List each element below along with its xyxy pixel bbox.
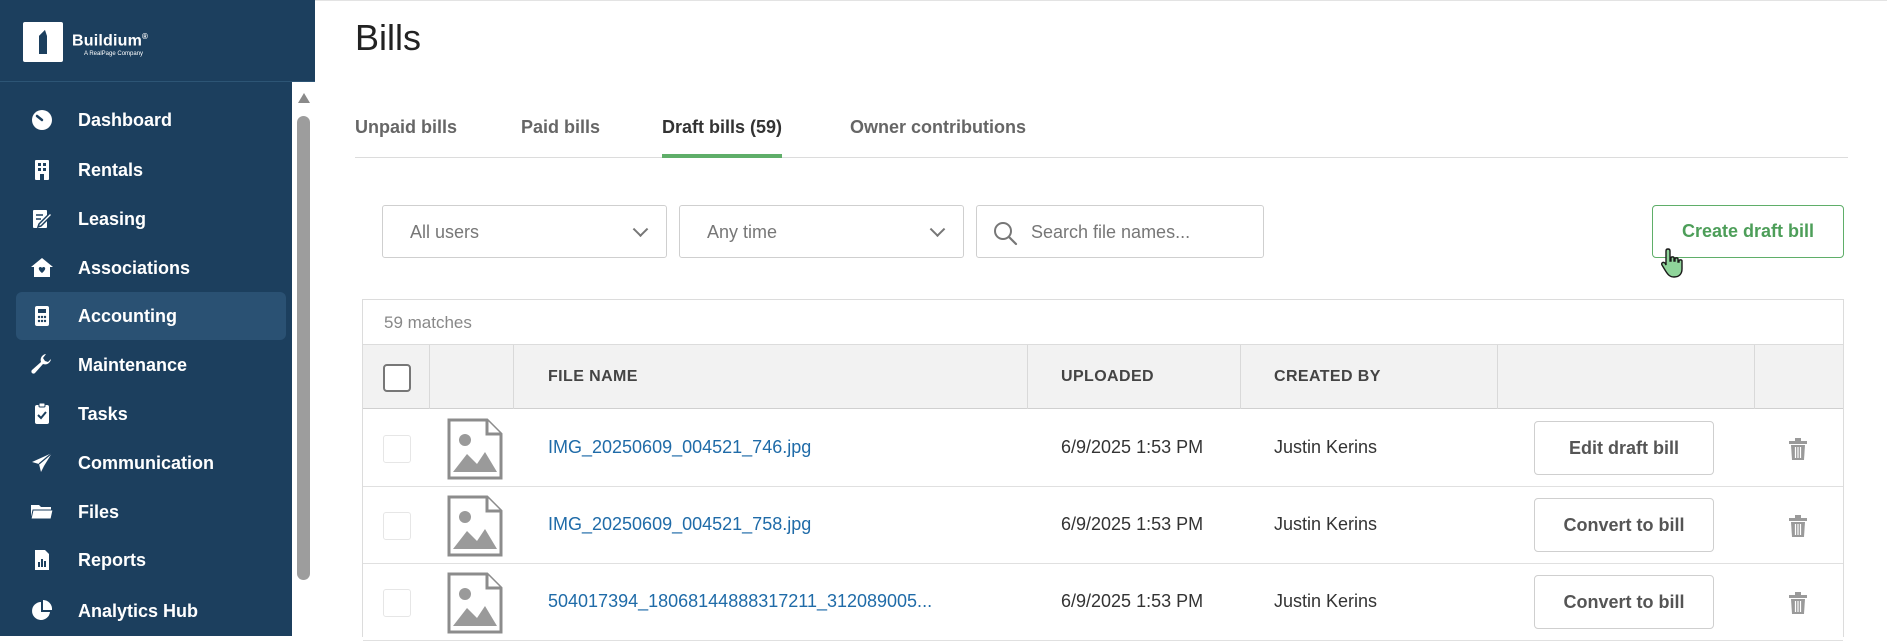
wrench-icon — [30, 353, 54, 377]
building-icon — [30, 158, 54, 182]
sidebar-item-label: Reports — [78, 550, 147, 570]
image-file-thumbnail-icon — [447, 572, 503, 634]
page-title: Bills — [355, 17, 422, 58]
sidebar-item-files[interactable]: Files — [16, 488, 286, 536]
report-chart-icon — [30, 548, 54, 572]
created-by: Justin Kerins — [1274, 514, 1378, 534]
sidebar: Buildium® A RealPage Company Dashboard R… — [0, 0, 315, 636]
sidebar-item-label: Dashboard — [78, 110, 173, 130]
hand-pointer-cursor-icon — [1661, 248, 1683, 278]
image-file-thumbnail-icon — [447, 495, 503, 557]
sidebar-item-rentals[interactable]: Rentals — [16, 146, 286, 194]
time-filter-value: Any time — [707, 222, 778, 242]
table-header: FILE NAME UPLOADED CREATED BY — [363, 344, 1843, 409]
sidebar-item-label: Maintenance — [78, 355, 188, 375]
sidebar-item-tasks[interactable]: Tasks — [16, 390, 286, 438]
column-header-created-by[interactable]: CREATED BY — [1274, 368, 1381, 386]
sidebar-item-label: Associations — [78, 258, 191, 278]
buildium-logo-icon — [23, 22, 63, 62]
brand-tagline: A RealPage Company — [84, 51, 144, 57]
tab-paid-bills[interactable]: Paid bills — [521, 117, 600, 157]
trash-icon[interactable] — [1788, 515, 1808, 537]
clipboard-check-icon — [30, 402, 54, 426]
dashboard-gauge-icon — [30, 108, 54, 132]
sidebar-item-label: Communication — [78, 453, 215, 473]
lease-document-icon — [30, 207, 54, 231]
users-filter-dropdown[interactable]: All users — [382, 205, 667, 258]
column-divider — [513, 345, 514, 409]
time-filter-dropdown[interactable]: Any time — [679, 205, 964, 258]
convert-to-bill-button[interactable]: Convert to bill — [1534, 498, 1714, 552]
sidebar-item-label: Tasks — [78, 404, 128, 424]
tab-draft-bills[interactable]: Draft bills (59) — [662, 117, 783, 158]
brand-header[interactable]: Buildium® A RealPage Company — [0, 0, 315, 82]
trash-icon[interactable] — [1788, 438, 1808, 460]
file-name-link[interactable]: 504017394_18068144888317211_312089005... — [548, 591, 932, 612]
brand-name: Buildium® — [72, 32, 149, 50]
convert-to-bill-button[interactable]: Convert to bill — [1534, 575, 1714, 629]
row-checkbox[interactable] — [383, 435, 411, 463]
file-name-link[interactable]: IMG_20250609_004521_746.jpg — [548, 437, 811, 458]
sidebar-item-analytics-hub[interactable]: Analytics Hub — [16, 587, 286, 635]
column-header-file-name[interactable]: FILE NAME — [548, 368, 638, 386]
sidebar-scrollbar-thumb[interactable] — [297, 116, 310, 580]
sidebar-item-dashboard[interactable]: Dashboard — [16, 96, 286, 144]
sidebar-item-label: Accounting — [78, 306, 177, 326]
column-divider — [1240, 345, 1241, 409]
search-box[interactable] — [976, 205, 1264, 258]
sidebar-item-label: Leasing — [78, 209, 147, 229]
chevron-down-icon — [929, 221, 946, 238]
tab-owner-contributions[interactable]: Owner contributions — [850, 117, 1026, 157]
sidebar-item-maintenance[interactable]: Maintenance — [16, 341, 286, 389]
sidebar-item-label: Files — [78, 502, 120, 522]
uploaded-date: 6/9/2025 1:53 PM — [1061, 437, 1204, 457]
users-filter-value: All users — [410, 222, 480, 242]
row-checkbox[interactable] — [383, 512, 411, 540]
table-row: IMG_20250609_004521_758.jpg 6/9/2025 1:5… — [363, 487, 1843, 564]
main-content: Bills Unpaid bills Paid bills Draft bill… — [315, 0, 1887, 641]
created-by: Justin Kerins — [1274, 591, 1378, 611]
sidebar-item-reports[interactable]: Reports — [16, 536, 286, 584]
sidebar-item-label: Rentals — [78, 160, 144, 180]
image-file-thumbnail-icon — [447, 418, 503, 480]
chevron-down-icon — [632, 221, 649, 238]
home-heart-icon — [30, 256, 54, 280]
tab-unpaid-bills[interactable]: Unpaid bills — [355, 117, 457, 157]
sidebar-item-associations[interactable]: Associations — [16, 244, 286, 292]
column-divider — [429, 345, 430, 409]
match-count: 59 matches — [384, 313, 472, 332]
uploaded-date: 6/9/2025 1:53 PM — [1061, 514, 1204, 534]
bill-tabs: Unpaid bills Paid bills Draft bills (59)… — [355, 117, 1848, 158]
column-divider — [1754, 345, 1755, 409]
file-name-link[interactable]: IMG_20250609_004521_758.jpg — [548, 514, 811, 535]
table-row: 504017394_18068144888317211_312089005...… — [363, 564, 1843, 641]
edit-draft-bill-button[interactable]: Edit draft bill — [1534, 421, 1714, 475]
scroll-up-arrow-icon[interactable] — [298, 93, 310, 103]
uploaded-date: 6/9/2025 1:53 PM — [1061, 591, 1204, 611]
column-divider — [1497, 345, 1498, 409]
sidebar-item-accounting[interactable]: Accounting — [16, 292, 286, 340]
paper-plane-icon — [30, 451, 54, 475]
table-row: IMG_20250609_004521_746.jpg 6/9/2025 1:5… — [363, 410, 1843, 487]
calculator-icon — [30, 304, 54, 328]
sidebar-item-label: Analytics Hub — [78, 601, 199, 621]
sidebar-item-communication[interactable]: Communication — [16, 439, 286, 487]
column-divider — [1027, 345, 1028, 409]
select-all-checkbox[interactable] — [383, 364, 411, 392]
folder-icon — [30, 500, 54, 524]
column-header-uploaded[interactable]: UPLOADED — [1061, 368, 1154, 386]
search-input[interactable] — [1031, 220, 1251, 244]
pie-chart-icon — [30, 599, 54, 623]
search-icon — [991, 219, 1019, 247]
trash-icon[interactable] — [1788, 592, 1808, 614]
created-by: Justin Kerins — [1274, 437, 1378, 457]
draft-bills-table: 59 matches FILE NAME UPLOADED CREATED BY… — [362, 299, 1844, 641]
sidebar-item-leasing[interactable]: Leasing — [16, 195, 286, 243]
row-checkbox[interactable] — [383, 589, 411, 617]
